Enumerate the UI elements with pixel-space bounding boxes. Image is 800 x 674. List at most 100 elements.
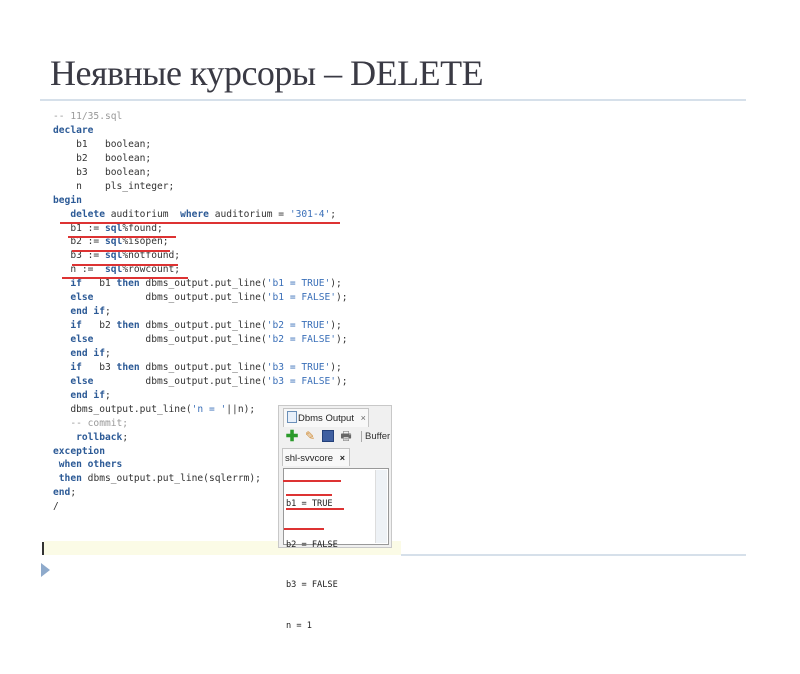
code-token: sql [104,264,123,276]
document-icon [287,411,297,423]
add-icon[interactable]: ✚ [285,429,299,444]
code-token: 'b1 = TRUE' [266,278,331,290]
code-token: b3 [81,361,117,373]
code-token: 'b1 = FALSE' [266,292,337,304]
code-token: when others [58,459,123,471]
code-line: else dbms_output.put_line('b2 = FALSE'); [53,333,348,347]
code-token: ); [336,334,348,345]
code-token: b3 := [53,250,105,262]
code-line: b2 boolean; [53,152,348,166]
code-token: ); [330,361,342,373]
text-caret [42,542,44,555]
code-token: sql [104,222,123,234]
code-token: declare [53,124,94,136]
output-line: b2 = FALSE [286,539,338,550]
buffer-label[interactable]: Buffer [361,431,390,442]
close-icon[interactable]: × [361,413,366,423]
underline-out-b2 [286,494,332,496]
code-token: end if [70,389,105,401]
code-line: begin [53,194,348,208]
code-token: sql [104,250,123,262]
code-token: ; [104,389,111,401]
code-token: then [58,473,82,485]
print-icon[interactable]: 🖶 [339,430,353,443]
underline-b3 [72,264,178,266]
eraser-icon[interactable]: ✎ [303,430,317,443]
code-token: ); [336,375,348,387]
code-token: %found; [122,222,163,234]
code-line: n pls_integer; [53,180,348,194]
code-token: ; [330,208,337,220]
code-token: end if [70,347,105,359]
code-token: end [53,487,71,499]
code-token: %rowcount; [122,264,181,276]
code-token: rollback [76,431,123,443]
tab-connection[interactable]: shl-svvcore × [282,448,350,466]
code-token: else [70,292,94,304]
code-token: b2 boolean; [53,152,152,164]
code-token: if [70,361,82,373]
code-line: if b1 then dbms_output.put_line('b1 = TR… [53,277,348,291]
code-token: b1 := [53,222,105,234]
underline-b2 [72,250,170,252]
code-line: b2 := sql%isopen; [53,235,348,249]
code-token: / [53,501,59,513]
code-line: end if; [53,389,348,403]
code-token: b1 boolean; [53,138,152,150]
code-token: if [70,278,82,290]
code-token: ); [336,292,348,304]
code-token: dbms_output.put_line( [93,292,267,304]
code-line: if b2 then dbms_output.put_line('b2 = TR… [53,319,348,333]
vertical-scrollbar[interactable] [375,470,387,543]
underline-b1 [68,236,176,238]
code-token: if [70,320,82,332]
code-token: b1 [81,278,117,290]
code-token: auditorium = [208,208,290,220]
code-token: 'b3 = TRUE' [266,361,331,373]
code-token: then [116,278,140,290]
code-token: dbms_output.put_line( [93,334,267,345]
save-icon[interactable] [321,430,335,443]
close-icon[interactable]: × [340,453,345,463]
code-token: ; [122,431,129,443]
code-line: declare [53,124,348,138]
code-token: %notfound; [122,250,181,262]
code-token: dbms_output.put_line( [139,361,267,373]
code-token: dbms_output.put_line(sqlerrm); [81,473,261,485]
code-line: b3 boolean; [53,166,348,180]
title-divider [40,99,746,101]
code-token: ; [70,487,77,499]
output-line: n = 1 [286,620,312,631]
code-line: if b3 then dbms_output.put_line('b3 = TR… [53,361,348,375]
code-token: auditorium [104,208,181,220]
tab-dbms-output[interactable]: Dbms Output × [283,408,369,427]
code-token: dbms_output.put_line( [139,278,267,290]
code-token: 'b2 = FALSE' [266,334,337,345]
code-token: then [116,320,140,332]
slide-bullet-icon [41,563,50,577]
code-token: 'b2 = TRUE' [266,320,331,332]
underline-n [62,277,188,279]
underline-out-n [284,528,324,530]
code-token: b2 := [53,236,105,248]
code-line: b1 := sql%found; [53,222,348,236]
code-token: then [116,361,140,373]
code-token: b3 boolean; [53,166,152,178]
code-token: n pls_integer; [53,180,175,192]
code-token: begin [53,194,82,206]
code-token: -- 11/35.sql [53,111,123,122]
code-token: else [70,334,94,345]
code-token: ||n); [226,403,256,415]
code-token: '301-4' [289,208,331,220]
connection-label: shl-svvcore [285,453,334,464]
